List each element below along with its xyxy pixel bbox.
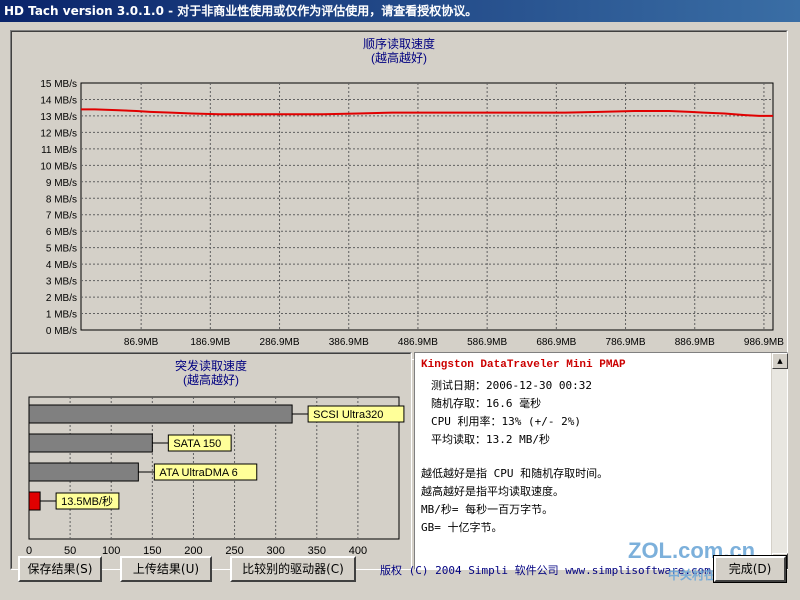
bar-label: 13.5MB/秒 (61, 494, 113, 508)
x-tick-label: 186.9MB (190, 337, 230, 348)
note-line: 越高越好是指平均读取速度。 (421, 485, 564, 498)
save-results-button[interactable]: 保存结果(S) (18, 556, 102, 582)
y-tick-label: 1 MB/s (46, 310, 77, 321)
done-button[interactable]: 完成(D) (713, 555, 787, 583)
y-tick-label: 4 MB/s (46, 260, 77, 271)
sequential-read-chart: 顺序读取速度 (越高越好) 0 MB/s 1 MB/s 2 MB/s 3 MB/s 4 … (40, 36, 784, 348)
random-access: 随机存取：16.6 毫秒 (431, 397, 542, 410)
y-tick-label: 10 MB/s (40, 161, 77, 172)
y-tick-label: 15 MB/s (40, 79, 77, 90)
y-tick-label: 0 MB/s (46, 326, 77, 337)
upload-results-button[interactable]: 上传结果(U) (120, 556, 212, 582)
vertical-scrollbar[interactable]: ▲ ▼ (771, 353, 788, 569)
x-tick-label: 986.9MB (744, 337, 784, 348)
sequential-read-panel: 顺序读取速度 (越高越好) 0 MB/s 1 MB/s 2 MB/s 3 MB/s 4 … (10, 30, 788, 360)
burst-bar (28, 491, 41, 511)
compare-drives-button[interactable]: 比较别的驱动器(C) (230, 556, 356, 582)
y-tick-label: 7 MB/s (46, 211, 77, 222)
note-line: 越低越好是指 CPU 和随机存取时间。 (421, 467, 609, 480)
x-tick-label: 486.9MB (398, 337, 438, 348)
test-date: 测试日期：2006-12-30 00:32 (431, 379, 592, 392)
chart-title: 突发读取速度 (175, 358, 247, 373)
y-tick-label: 13 MB/s (40, 112, 77, 123)
burst-read-panel: 突发读取速度 (越高越好) SCSI Ultra320 SATA 150 ATA U… (10, 352, 412, 570)
burst-read-chart: 突发读取速度 (越高越好) SCSI Ultra320 SATA 150 ATA U… (26, 358, 405, 557)
chart-title: 顺序读取速度 (363, 36, 435, 51)
y-tick-label: 5 MB/s (46, 244, 77, 255)
y-tick-label: 2 MB/s (46, 293, 77, 304)
y-tick-label: 6 MB/s (46, 227, 77, 238)
burst-bar (28, 433, 153, 453)
chart-subtitle: (越高越好) (183, 372, 239, 387)
main-window: 顺序读取速度 (越高越好) 0 MB/s 1 MB/s 2 MB/s 3 MB/s 4 … (0, 22, 800, 600)
bar-label: ATA UltraDMA 6 (159, 467, 237, 479)
y-tick-label: 3 MB/s (46, 277, 77, 288)
burst-bar (28, 462, 139, 482)
bar-label: SATA 150 (173, 438, 221, 450)
x-tick-label: 786.9MB (606, 337, 646, 348)
x-tick-label: 100 (102, 545, 120, 557)
x-tick-label: 386.9MB (329, 337, 369, 348)
y-tick-label: 12 MB/s (40, 128, 77, 139)
y-tick-label: 8 MB/s (46, 194, 77, 205)
plot-area (80, 82, 774, 331)
y-tick-label: 11 MB/s (41, 145, 77, 156)
scroll-up-icon[interactable]: ▲ (772, 353, 788, 369)
note-line: GB= 十亿字节。 (421, 521, 503, 534)
x-tick-label: 886.9MB (675, 337, 715, 348)
y-tick-label: 14 MB/s (40, 95, 77, 106)
x-tick-label: 686.9MB (536, 337, 576, 348)
x-tick-label: 86.9MB (124, 337, 159, 348)
cpu-utilization: CPU 利用率：13% (+/- 2%) (431, 415, 581, 428)
x-tick-label: 286.9MB (260, 337, 300, 348)
note-line: MB/秒= 每秒一百万字节。 (421, 503, 554, 516)
average-read: 平均读取：13.2 MB/秒 (431, 433, 550, 446)
copyright-text: 版权 (C) 2004 Simpli 软件公司 www.simplisoftwa… (380, 564, 711, 577)
y-tick-label: 9 MB/s (46, 178, 77, 189)
window-title: HD Tach version 3.0.1.0 - 对于非商业性使用或仅作为评估… (0, 0, 800, 22)
x-tick-label: 586.9MB (467, 337, 507, 348)
device-name: Kingston DataTraveler Mini PMAP (421, 359, 626, 371)
bar-label: SCSI Ultra320 (313, 409, 383, 421)
burst-bar (28, 404, 293, 424)
chart-subtitle: (越高越好) (371, 50, 427, 65)
